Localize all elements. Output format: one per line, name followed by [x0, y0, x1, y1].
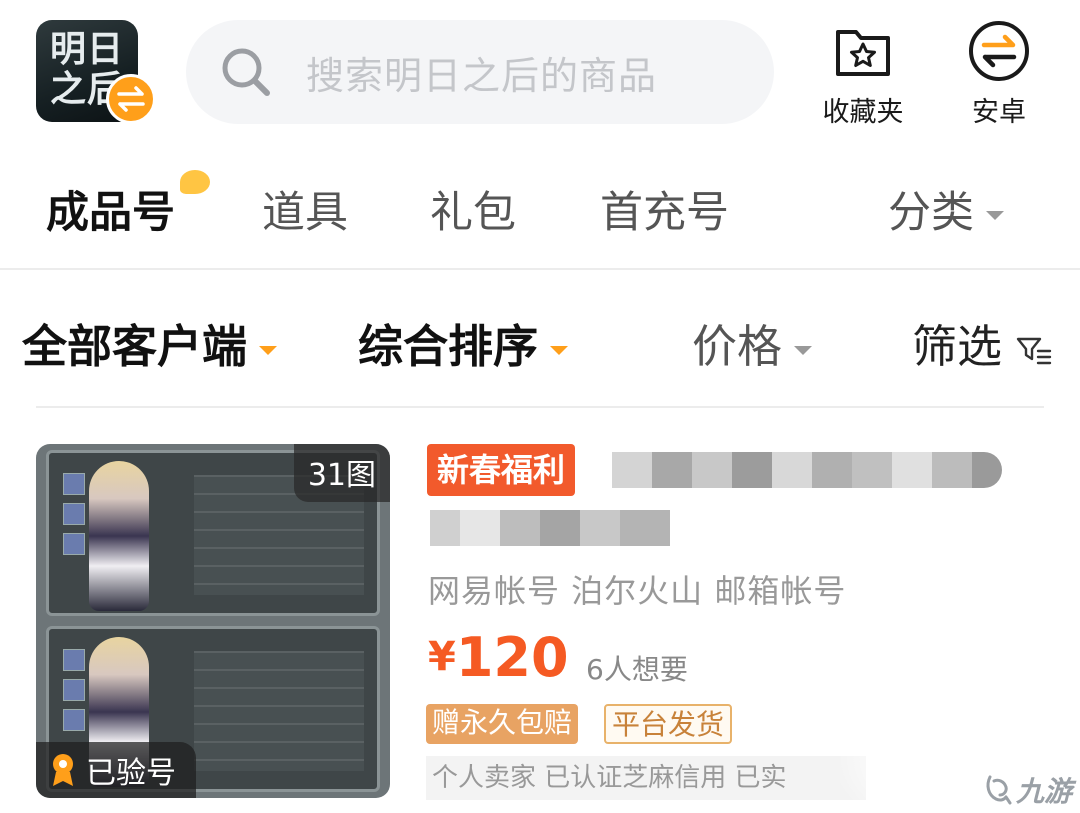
- divider: [0, 268, 1080, 270]
- photo-count-badge: 31图: [293, 444, 390, 502]
- platform-switch-button[interactable]: 安卓: [944, 20, 1054, 129]
- tab-categories[interactable]: 分类: [888, 178, 1004, 240]
- price-amount: 120: [455, 626, 569, 689]
- search-icon: [222, 48, 270, 96]
- client-filter-label: 全部客户端: [22, 320, 248, 373]
- tab-categories-label: 分类: [888, 188, 974, 238]
- platform-label: 安卓: [972, 97, 1026, 128]
- tab-items[interactable]: 道具: [262, 178, 348, 240]
- filter-icon: [1017, 337, 1052, 365]
- app-logo[interactable]: 明日之后: [36, 20, 156, 124]
- filter-label: 筛选: [912, 320, 1003, 373]
- currency-symbol: ¥: [428, 634, 456, 680]
- new-indicator-icon: [180, 170, 210, 194]
- product-title-blurred[interactable]: [590, 448, 1010, 492]
- tab-first-recharge[interactable]: 首充号: [600, 178, 729, 240]
- platform-switch-icon: [969, 21, 1029, 81]
- chevron-down-icon: [986, 211, 1004, 220]
- verified-badge: 已验号: [36, 742, 196, 798]
- tab-finished-accounts[interactable]: 成品号: [46, 178, 175, 240]
- product-title-blurred[interactable]: [430, 506, 686, 550]
- perk-tag-platform-delivery: 平台发货: [604, 704, 733, 744]
- watermark-text: 九游: [1016, 775, 1073, 808]
- verified-medal-icon: [53, 754, 73, 786]
- account-attributes: 网易帐号 泊尔火山 邮箱帐号: [428, 572, 847, 610]
- client-filter-dropdown[interactable]: 全部客户端: [22, 310, 278, 375]
- seller-info: 个人卖家 已认证芝麻信用 已实: [426, 756, 866, 800]
- favorites-label: 收藏夹: [822, 97, 904, 128]
- sort-dropdown[interactable]: 综合排序: [358, 310, 569, 375]
- price-sort-label: 价格: [692, 320, 783, 373]
- switch-app-icon: [106, 74, 156, 124]
- chevron-down-icon: [259, 345, 278, 355]
- tabs-overflow-fade: [808, 180, 838, 240]
- product-thumbnail[interactable]: 31图 已验号: [36, 444, 390, 798]
- tab-gift-packs[interactable]: 礼包: [430, 178, 516, 240]
- price: ¥120: [428, 626, 569, 689]
- favorites-folder-icon: [836, 30, 890, 76]
- filter-bar: 全部客户端 综合排序 价格 筛选: [0, 300, 1080, 390]
- verified-label: 已验号: [86, 756, 176, 791]
- watermark: 九游: [984, 770, 1072, 810]
- price-sort-button[interactable]: 价格: [692, 310, 813, 375]
- wants-count: 6人想要: [586, 653, 688, 686]
- search-input[interactable]: 搜索明日之后的商品: [186, 20, 774, 124]
- search-placeholder: 搜索明日之后的商品: [306, 53, 658, 98]
- chevron-down-icon: [550, 345, 569, 355]
- promo-tag: 新春福利: [427, 444, 576, 496]
- sort-label: 综合排序: [358, 320, 539, 373]
- favorites-button[interactable]: 收藏夹: [808, 20, 918, 129]
- divider: [36, 406, 1044, 408]
- filter-button[interactable]: 筛选: [912, 310, 1052, 375]
- category-tabs: 成品号 道具 礼包 首充号 分类: [0, 160, 1080, 260]
- watermark-logo-icon: [986, 775, 1012, 805]
- chevron-down-icon: [794, 345, 813, 355]
- perk-tag-insurance: 赠永久包赔: [426, 704, 579, 744]
